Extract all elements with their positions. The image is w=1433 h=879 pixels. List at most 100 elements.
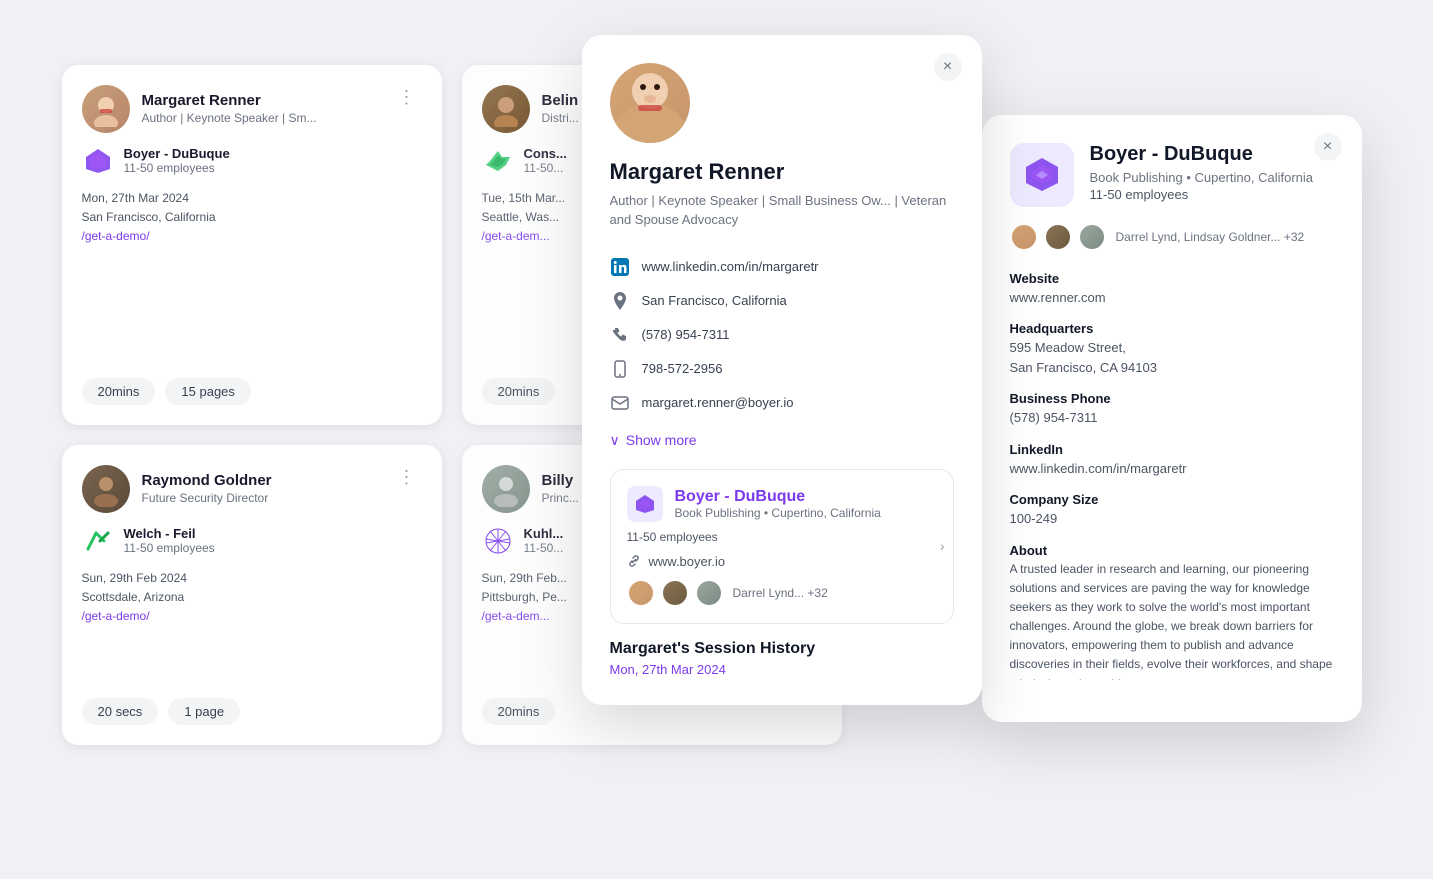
- avatar-margaret: [82, 85, 130, 133]
- company-info: Kuhl... 11-50...: [524, 526, 564, 555]
- visit-link[interactable]: /get-a-demo/: [82, 227, 422, 246]
- person-info-belin: Belin Distri...: [542, 92, 579, 125]
- company-card-sub: Book Publishing • Cupertino, California: [675, 506, 881, 520]
- panel-team-avatar-3: [1078, 223, 1106, 251]
- visit-location: Scottsdale, Arizona: [82, 588, 422, 607]
- card-footer: 20mins 15 pages: [82, 378, 422, 405]
- company-size-section: Company Size 100-249: [1010, 492, 1334, 529]
- company-icon: [482, 525, 514, 557]
- company-info: Cons... 11-50...: [524, 146, 567, 175]
- company-card-info: Boyer - DuBuque Book Publishing • Cupert…: [675, 488, 881, 520]
- pages-badge: 15 pages: [165, 378, 251, 405]
- panel-team-avatar-2: [1044, 223, 1072, 251]
- panel-team-label: Darrel Lynd, Lindsay Goldner... +32: [1116, 230, 1305, 244]
- person-name: Margaret Renner: [142, 92, 317, 109]
- person-title: Distri...: [542, 111, 579, 125]
- card-header: Margaret Renner Author | Keynote Speaker…: [82, 85, 422, 133]
- location-detail: San Francisco, California: [610, 284, 954, 318]
- modal-name: Margaret Renner: [610, 159, 954, 185]
- panel-team-avatar-1: [1010, 223, 1038, 251]
- business-phone-label: Business Phone: [1010, 391, 1334, 406]
- avatar-raymond: [82, 465, 130, 513]
- phone-icon: [610, 325, 630, 345]
- session-title: Margaret's Session History: [610, 640, 954, 658]
- company-panel-name: Boyer - DuBuque: [1090, 143, 1314, 166]
- company-size: 11-50 employees: [124, 161, 230, 175]
- modal-close-button[interactable]: ×: [934, 53, 962, 81]
- show-more-button[interactable]: ∨ Show more: [610, 428, 954, 453]
- company-card-section: Boyer - DuBuque Book Publishing • Cupert…: [610, 469, 954, 624]
- company-size: 11-50...: [524, 541, 564, 555]
- more-options-icon[interactable]: ⋮: [392, 465, 422, 490]
- email-icon: [610, 393, 630, 413]
- company-card-header: Boyer - DuBuque Book Publishing • Cupert…: [627, 486, 937, 522]
- visit-link[interactable]: /get-a-demo/: [82, 607, 422, 626]
- mobile-icon: [610, 359, 630, 379]
- email-value: margaret.renner@boyer.io: [642, 395, 794, 410]
- linkedin-detail: www.linkedin.com/in/margaretr: [610, 250, 954, 284]
- company-modal-icon: [627, 486, 663, 522]
- card-footer: 20 secs 1 page: [82, 698, 422, 725]
- person-name: Belin: [542, 92, 579, 109]
- company-panel-icon: [1010, 143, 1074, 207]
- avatar-belin: [482, 85, 530, 133]
- company-website-row: www.boyer.io: [627, 554, 937, 569]
- company-info: Welch - Feil 11-50 employees: [124, 526, 215, 555]
- company-icon: [82, 145, 114, 177]
- company-panel-close-button[interactable]: ×: [1314, 133, 1342, 161]
- company-icon: [482, 145, 514, 177]
- duration-badge: 20mins: [82, 378, 156, 405]
- modal-title: Author | Keynote Speaker | Small Busines…: [610, 191, 954, 230]
- link-icon: [627, 554, 641, 568]
- person-info-margaret: Margaret Renner Author | Keynote Speaker…: [142, 92, 317, 125]
- session-date: Mon, 27th Mar 2024: [610, 662, 954, 677]
- business-phone-value: (578) 954-7311: [1010, 408, 1334, 428]
- about-label: About: [1010, 543, 1334, 558]
- company-card-name[interactable]: Boyer - DuBuque: [675, 488, 881, 506]
- card-person: Billy Princ...: [482, 465, 579, 513]
- company-row: Boyer - DuBuque 11-50 employees: [82, 145, 422, 177]
- linkedin-panel-value: www.linkedin.com/in/margaretr: [1010, 459, 1334, 479]
- website-section: Website www.renner.com: [1010, 271, 1334, 308]
- pages-badge: 1 page: [168, 698, 240, 725]
- mobile-value: 798-572-2956: [642, 361, 723, 376]
- duration-badge: 20 secs: [82, 698, 159, 725]
- meta-info: Mon, 27th Mar 2024 San Francisco, Califo…: [82, 189, 422, 247]
- company-website-value: www.boyer.io: [649, 554, 726, 569]
- company-panel-sub: Book Publishing • Cupertino, California: [1090, 170, 1314, 185]
- chevron-up-icon: ∨: [610, 432, 620, 449]
- email-detail: margaret.renner@boyer.io: [610, 386, 954, 420]
- card-header: Raymond Goldner Future Security Director…: [82, 465, 422, 513]
- company-panel-info: Boyer - DuBuque Book Publishing • Cupert…: [1090, 143, 1314, 202]
- duration-badge: 20mins: [482, 378, 556, 405]
- linkedin-panel-label: LinkedIn: [1010, 442, 1334, 457]
- team-avatar-2: [661, 579, 689, 607]
- contact-card-margaret: Margaret Renner Author | Keynote Speaker…: [62, 65, 442, 425]
- person-name: Raymond Goldner: [142, 472, 272, 489]
- company-panel-employees: 11-50 employees: [1090, 187, 1314, 202]
- scroll-right-icon[interactable]: ›: [940, 538, 945, 554]
- person-info-raymond: Raymond Goldner Future Security Director: [142, 472, 272, 505]
- avatar-billy: [482, 465, 530, 513]
- person-title: Princ...: [542, 491, 579, 505]
- person-name: Billy: [542, 472, 579, 489]
- location-value: San Francisco, California: [642, 293, 787, 308]
- linkedin-value: www.linkedin.com/in/margaretr: [642, 259, 819, 274]
- phone-value: (578) 954-7311: [642, 327, 730, 342]
- company-card-employees: 11-50 employees: [627, 530, 937, 544]
- headquarters-label: Headquarters: [1010, 321, 1334, 336]
- company-name: Kuhl...: [524, 526, 564, 541]
- more-options-icon[interactable]: ⋮: [392, 85, 422, 110]
- card-person: Raymond Goldner Future Security Director: [82, 465, 272, 513]
- card-person: Margaret Renner Author | Keynote Speaker…: [82, 85, 317, 133]
- visit-location: San Francisco, California: [82, 208, 422, 227]
- session-section: Margaret's Session History Mon, 27th Mar…: [610, 640, 954, 677]
- company-name: Boyer - DuBuque: [124, 146, 230, 161]
- company-panel-team: Darrel Lynd, Lindsay Goldner... +32: [1010, 223, 1334, 251]
- team-count: Darrel Lynd... +32: [733, 586, 828, 600]
- headquarters-section: Headquarters 595 Meadow Street,San Franc…: [1010, 321, 1334, 377]
- visit-date: Sun, 29th Feb 2024: [82, 569, 422, 588]
- company-size-value: 100-249: [1010, 509, 1334, 529]
- website-value: www.renner.com: [1010, 288, 1334, 308]
- about-section: About A trusted leader in research and l…: [1010, 543, 1334, 680]
